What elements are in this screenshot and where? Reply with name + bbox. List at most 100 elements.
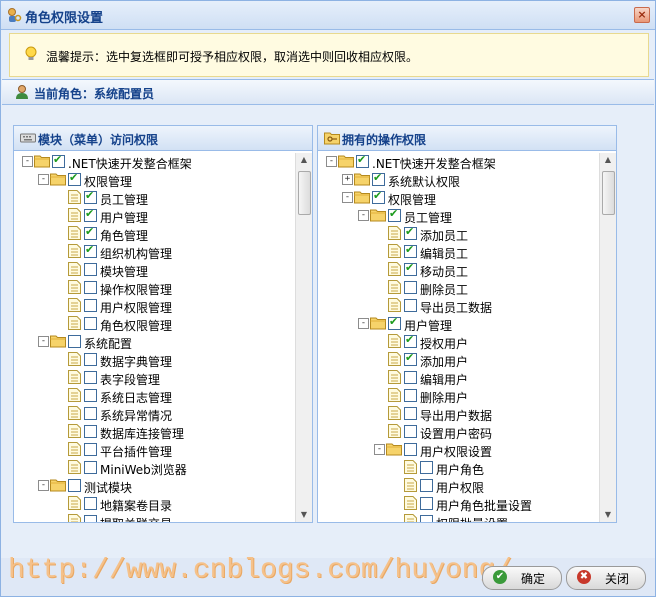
scroll-down-icon[interactable]: ▼ bbox=[600, 508, 616, 522]
permission-checkbox[interactable] bbox=[356, 153, 369, 168]
tree-node[interactable]: 删除员工 bbox=[318, 279, 598, 297]
permission-checkbox[interactable] bbox=[84, 263, 97, 276]
tree-node[interactable]: - 员工管理 bbox=[318, 207, 598, 225]
collapse-icon[interactable]: - bbox=[38, 336, 49, 347]
permission-checkbox[interactable] bbox=[68, 171, 81, 186]
tree-node[interactable]: 平台插件管理 bbox=[14, 441, 294, 459]
tree-node[interactable]: 数据库连接管理 bbox=[14, 423, 294, 441]
permission-checkbox[interactable] bbox=[84, 371, 97, 384]
permission-checkbox[interactable] bbox=[404, 389, 417, 402]
permission-checkbox[interactable] bbox=[84, 497, 97, 510]
tree-node[interactable]: 用户角色批量设置 bbox=[318, 495, 598, 513]
permission-checkbox[interactable] bbox=[84, 225, 97, 240]
scroll-thumb[interactable] bbox=[298, 171, 311, 215]
permission-checkbox[interactable] bbox=[84, 407, 97, 420]
tree-node[interactable]: + 系统默认权限 bbox=[318, 171, 598, 189]
tree-node[interactable]: 角色管理 bbox=[14, 225, 294, 243]
permission-checkbox[interactable] bbox=[420, 497, 433, 510]
permission-checkbox[interactable] bbox=[84, 425, 97, 438]
collapse-icon[interactable]: - bbox=[358, 210, 369, 221]
permission-checkbox[interactable] bbox=[84, 281, 97, 294]
collapse-icon[interactable]: - bbox=[326, 156, 337, 167]
tree-node[interactable]: 用户权限 bbox=[318, 477, 598, 495]
tree-node[interactable]: 员工管理 bbox=[14, 189, 294, 207]
collapse-icon[interactable]: - bbox=[22, 156, 33, 167]
scroll-up-icon[interactable]: ▲ bbox=[600, 153, 616, 167]
permission-checkbox[interactable] bbox=[84, 515, 97, 522]
tree-node[interactable]: 导出用户数据 bbox=[318, 405, 598, 423]
tree-node[interactable]: 用户管理 bbox=[14, 207, 294, 225]
permission-checkbox[interactable] bbox=[388, 207, 401, 222]
tree-node[interactable]: 数据字典管理 bbox=[14, 351, 294, 369]
scrollbar[interactable]: ▲ ▼ bbox=[295, 153, 312, 522]
permission-checkbox[interactable] bbox=[404, 407, 417, 420]
permission-checkbox[interactable] bbox=[404, 281, 417, 294]
permission-checkbox[interactable] bbox=[404, 243, 417, 258]
permission-checkbox[interactable] bbox=[404, 299, 417, 312]
tree-node[interactable]: 表字段管理 bbox=[14, 369, 294, 387]
tree-node[interactable]: 提取关联交易 bbox=[14, 513, 294, 522]
tree-node[interactable]: 导出员工数据 bbox=[318, 297, 598, 315]
ok-button[interactable]: ✔ 确定 bbox=[482, 566, 562, 590]
tree-node[interactable]: 用户角色 bbox=[318, 459, 598, 477]
permission-checkbox[interactable] bbox=[84, 317, 97, 330]
permission-checkbox[interactable] bbox=[84, 353, 97, 366]
tree-node[interactable]: - 测试模块 bbox=[14, 477, 294, 495]
collapse-icon[interactable]: - bbox=[358, 318, 369, 329]
tree-node[interactable]: 组织机构管理 bbox=[14, 243, 294, 261]
tree-node[interactable]: 编辑用户 bbox=[318, 369, 598, 387]
permission-checkbox[interactable] bbox=[388, 315, 401, 330]
permission-checkbox[interactable] bbox=[404, 425, 417, 438]
tree-node[interactable]: - .NET快速开发整合框架 bbox=[318, 153, 598, 171]
permission-checkbox[interactable] bbox=[372, 171, 385, 186]
permission-checkbox[interactable] bbox=[404, 225, 417, 240]
scroll-down-icon[interactable]: ▼ bbox=[296, 508, 312, 522]
tree-node[interactable]: 角色权限管理 bbox=[14, 315, 294, 333]
tree-node[interactable]: - 权限管理 bbox=[318, 189, 598, 207]
tree-node[interactable]: 添加员工 bbox=[318, 225, 598, 243]
tree-node[interactable]: - 系统配置 bbox=[14, 333, 294, 351]
permission-checkbox[interactable] bbox=[420, 515, 433, 522]
permission-checkbox[interactable] bbox=[420, 461, 433, 474]
collapse-icon[interactable]: - bbox=[38, 480, 49, 491]
permission-checkbox[interactable] bbox=[84, 299, 97, 312]
permission-checkbox[interactable] bbox=[404, 333, 417, 348]
permission-checkbox[interactable] bbox=[68, 479, 81, 492]
scroll-thumb[interactable] bbox=[602, 171, 615, 215]
permission-checkbox[interactable] bbox=[420, 479, 433, 492]
permission-checkbox[interactable] bbox=[404, 443, 417, 456]
tree-node[interactable]: 设置用户密码 bbox=[318, 423, 598, 441]
collapse-icon[interactable]: - bbox=[38, 174, 49, 185]
collapse-icon[interactable]: - bbox=[374, 444, 385, 455]
tree-node[interactable]: 系统日志管理 bbox=[14, 387, 294, 405]
tree-node[interactable]: 模块管理 bbox=[14, 261, 294, 279]
permission-checkbox[interactable] bbox=[84, 243, 97, 258]
tree-node[interactable]: 权限批量设置 bbox=[318, 513, 598, 522]
close-icon[interactable]: × bbox=[634, 7, 650, 23]
permission-checkbox[interactable] bbox=[372, 189, 385, 204]
collapse-icon[interactable]: - bbox=[342, 192, 353, 203]
tree-node[interactable]: - .NET快速开发整合框架 bbox=[14, 153, 294, 171]
tree-node[interactable]: 编辑员工 bbox=[318, 243, 598, 261]
permission-checkbox[interactable] bbox=[52, 153, 65, 168]
tree-node[interactable]: 用户权限管理 bbox=[14, 297, 294, 315]
tree-node[interactable]: 操作权限管理 bbox=[14, 279, 294, 297]
permission-checkbox[interactable] bbox=[84, 389, 97, 402]
tree-node[interactable]: - 用户管理 bbox=[318, 315, 598, 333]
tree-node[interactable]: - 用户权限设置 bbox=[318, 441, 598, 459]
tree-node[interactable]: 删除用户 bbox=[318, 387, 598, 405]
permission-checkbox[interactable] bbox=[84, 189, 97, 204]
scroll-up-icon[interactable]: ▲ bbox=[296, 153, 312, 167]
scrollbar[interactable]: ▲ ▼ bbox=[599, 153, 616, 522]
tree-node[interactable]: 移动员工 bbox=[318, 261, 598, 279]
permission-checkbox[interactable] bbox=[84, 461, 97, 474]
permission-checkbox[interactable] bbox=[404, 371, 417, 384]
tree-node[interactable]: - 权限管理 bbox=[14, 171, 294, 189]
permission-checkbox[interactable] bbox=[404, 261, 417, 276]
tree-node[interactable]: 地籍案卷目录 bbox=[14, 495, 294, 513]
tree-node[interactable]: 系统异常情况 bbox=[14, 405, 294, 423]
expand-icon[interactable]: + bbox=[342, 174, 353, 185]
tree-node[interactable]: 授权用户 bbox=[318, 333, 598, 351]
permission-checkbox[interactable] bbox=[84, 207, 97, 222]
permission-checkbox[interactable] bbox=[84, 443, 97, 456]
